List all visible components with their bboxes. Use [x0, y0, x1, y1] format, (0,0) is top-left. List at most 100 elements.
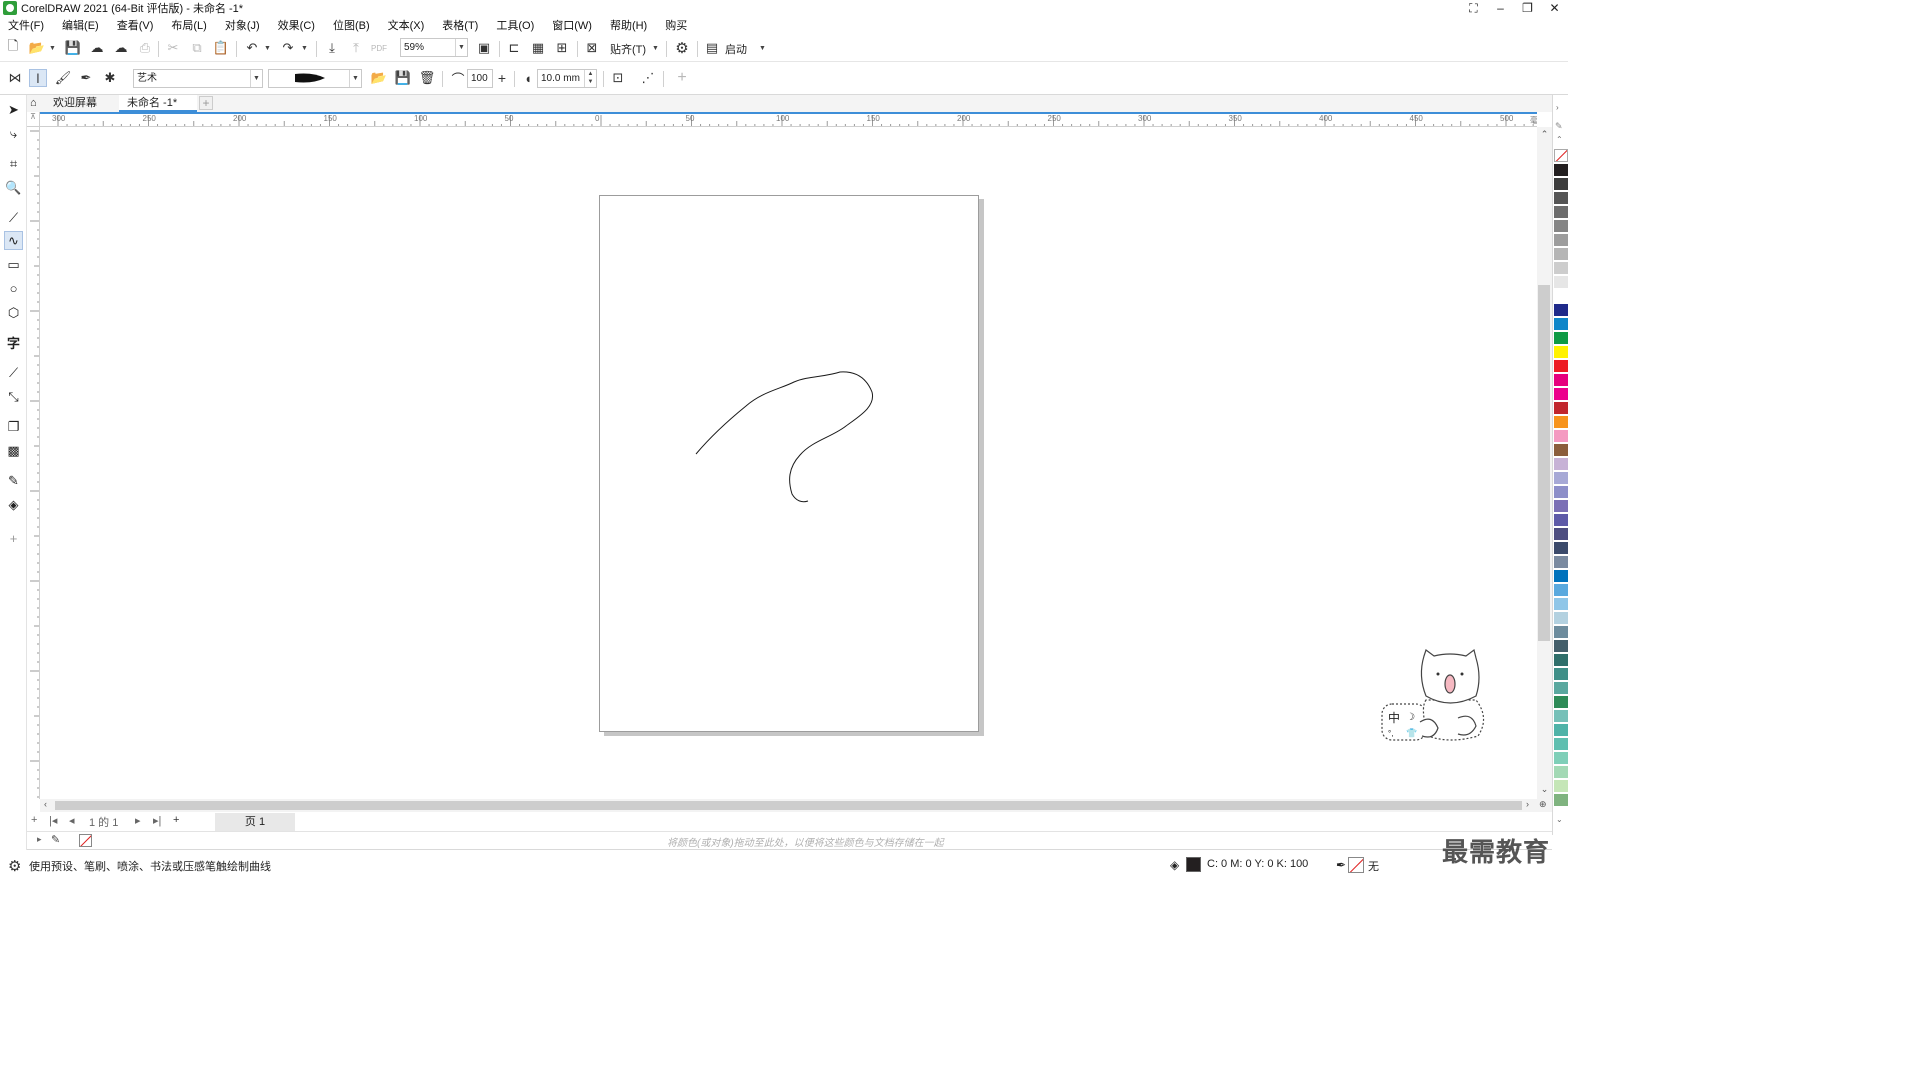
interactive-fill-tool-icon[interactable]: ◈: [4, 495, 23, 514]
color-swatch[interactable]: [1554, 192, 1568, 205]
color-swatch[interactable]: [1554, 612, 1568, 625]
delete-icon[interactable]: 🗑: [418, 69, 436, 87]
color-swatch[interactable]: [1554, 500, 1568, 513]
color-swatch[interactable]: [1554, 430, 1568, 443]
color-swatch[interactable]: [1554, 458, 1568, 471]
color-swatch[interactable]: [1554, 416, 1568, 429]
menu-table[interactable]: 表格(T): [442, 17, 487, 33]
no-color-swatch[interactable]: [1554, 149, 1568, 162]
color-swatch[interactable]: [1554, 486, 1568, 499]
color-swatch[interactable]: [1554, 696, 1568, 709]
preset-mode-icon[interactable]: ǀ: [29, 69, 47, 87]
color-swatch[interactable]: [1554, 752, 1568, 765]
scroll-up-icon[interactable]: ⌃: [1537, 129, 1552, 140]
close-button[interactable]: ✕: [1541, 0, 1568, 16]
color-swatch[interactable]: [1554, 276, 1568, 289]
outline-color-chip[interactable]: [1348, 857, 1364, 873]
application-launcher-icon[interactable]: ▤: [703, 39, 721, 57]
color-swatch[interactable]: [1554, 598, 1568, 611]
add-tool-icon[interactable]: +: [4, 529, 23, 548]
outline-pen-icon[interactable]: ✒: [1336, 858, 1346, 872]
color-swatch[interactable]: [1554, 682, 1568, 695]
brush-mode-icon[interactable]: 🖌: [54, 69, 72, 87]
export-icon[interactable]: ⤒: [347, 39, 365, 57]
color-swatch[interactable]: [1554, 738, 1568, 751]
menu-help[interactable]: 帮助(H): [610, 17, 656, 33]
stroke-width-input[interactable]: 10.0 mm ▲ ▼: [537, 69, 597, 88]
status-settings-gear-icon[interactable]: ⚙: [8, 857, 21, 875]
color-swatch[interactable]: [1554, 234, 1568, 247]
next-page-icon[interactable]: ▸: [135, 814, 141, 827]
publish-pdf-icon[interactable]: PDF: [370, 39, 388, 57]
minimize-button[interactable]: –: [1487, 0, 1514, 16]
launch-dropdown-icon[interactable]: ▼: [759, 45, 766, 52]
pick-tool-icon[interactable]: ➤: [4, 100, 23, 119]
rectangle-tool-icon[interactable]: ▭: [4, 255, 23, 274]
color-swatch[interactable]: [1554, 290, 1568, 303]
shape-tool-icon[interactable]: ⤷: [4, 124, 23, 143]
menu-window[interactable]: 窗口(W): [552, 17, 601, 33]
full-screen-preview-icon[interactable]: ▣: [475, 39, 493, 57]
show-rulers-icon[interactable]: ⊏: [505, 39, 523, 57]
cut-icon[interactable]: ✂: [164, 39, 182, 57]
color-swatch[interactable]: [1554, 318, 1568, 331]
open-icon[interactable]: 📂: [28, 39, 46, 57]
sprayer-mode-icon[interactable]: ✱: [101, 69, 119, 87]
save-icon[interactable]: 💾: [64, 39, 82, 57]
transparency-tool-icon[interactable]: ▩: [4, 441, 23, 460]
color-swatch[interactable]: [1554, 472, 1568, 485]
color-swatch[interactable]: [1554, 542, 1568, 555]
connector-tool-icon[interactable]: ⤡: [4, 387, 23, 406]
color-swatch[interactable]: [1554, 556, 1568, 569]
import-icon[interactable]: ⤓: [323, 39, 341, 57]
menu-effects[interactable]: 效果(C): [278, 17, 324, 33]
color-swatch[interactable]: [1554, 164, 1568, 177]
artistic-media-tool-icon[interactable]: ∿: [4, 231, 23, 250]
scroll-right-icon[interactable]: ›: [1526, 799, 1529, 809]
home-icon[interactable]: ⌂: [27, 95, 47, 112]
bounding-box-icon[interactable]: ⋰: [639, 69, 657, 87]
fill-color-chip[interactable]: [1186, 857, 1201, 872]
tab-untitled-1[interactable]: 未命名 -1*: [119, 95, 197, 112]
fill-bucket-icon[interactable]: ◈: [1170, 858, 1179, 872]
menu-text[interactable]: 文本(X): [388, 17, 434, 33]
redo-dropdown-icon[interactable]: ▼: [301, 45, 308, 52]
color-swatch[interactable]: [1554, 710, 1568, 723]
redo-icon[interactable]: ↷: [279, 39, 297, 57]
horizontal-scroll-thumb[interactable]: [55, 801, 1522, 810]
stroke-width-icon[interactable]: ◖: [519, 69, 537, 87]
color-swatch[interactable]: [1554, 206, 1568, 219]
color-swatch[interactable]: [1554, 570, 1568, 583]
calligraphic-mode-icon[interactable]: ✒: [77, 69, 95, 87]
snap-dropdown-icon[interactable]: ▼: [652, 45, 659, 52]
ruler-origin[interactable]: ⊼: [27, 112, 40, 127]
undo-icon[interactable]: ↶: [243, 39, 261, 57]
scale-with-object-icon[interactable]: ⊡: [609, 69, 627, 87]
color-swatch[interactable]: [1554, 360, 1568, 373]
last-page-icon[interactable]: ▸|: [153, 814, 161, 827]
zoom-navigator-icon[interactable]: ⊕: [1539, 799, 1547, 810]
options-gear-icon[interactable]: ⚙: [673, 39, 691, 57]
color-swatch[interactable]: [1554, 248, 1568, 261]
color-swatch[interactable]: [1554, 794, 1568, 807]
menu-tools[interactable]: 工具(O): [496, 17, 543, 33]
palette-menu-icon[interactable]: ›: [1556, 103, 1559, 112]
menu-bitmaps[interactable]: 位图(B): [333, 17, 379, 33]
chevron-down-icon[interactable]: ▼: [455, 39, 467, 56]
show-grid-icon[interactable]: ▦: [529, 39, 547, 57]
color-swatch[interactable]: [1554, 528, 1568, 541]
brush-stroke-combo[interactable]: ▼: [268, 69, 362, 88]
menu-file[interactable]: 文件(F): [8, 17, 53, 33]
account-icon[interactable]: ⛶: [1460, 0, 1487, 16]
open-dropdown-icon[interactable]: ▼: [49, 45, 56, 52]
zoom-tool-icon[interactable]: 🔍: [4, 178, 23, 197]
zoom-level-combo[interactable]: 59% ▼: [400, 38, 468, 57]
color-swatch[interactable]: [1554, 640, 1568, 653]
menu-buy[interactable]: 购买: [665, 17, 696, 33]
first-page-icon[interactable]: |◂: [49, 814, 57, 827]
color-swatch[interactable]: [1554, 178, 1568, 191]
page-tab-1[interactable]: 页 1: [215, 813, 295, 831]
snap-off-icon[interactable]: ⊠: [583, 39, 601, 57]
vertical-scrollbar[interactable]: ⌃ ⌄: [1537, 127, 1552, 799]
drop-shadow-tool-icon[interactable]: ❐: [4, 417, 23, 436]
